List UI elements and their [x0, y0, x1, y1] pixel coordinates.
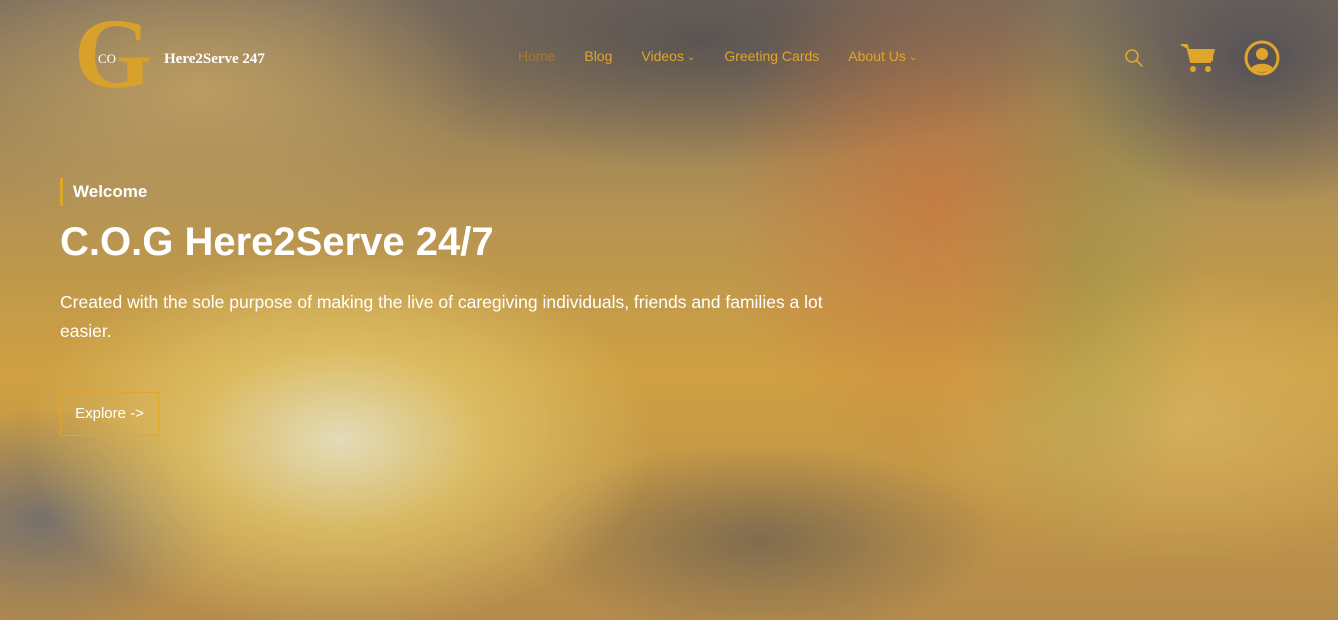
hero-section: G CO Here2Serve 247 Home Blog Videos ⌄ Gr…: [0, 0, 1338, 620]
chevron-down-icon: ⌄: [908, 51, 918, 63]
main-nav: Home Blog Videos ⌄ Greeting Cards About U…: [518, 48, 946, 64]
nav-item-label: Greeting Cards: [724, 48, 820, 64]
nav-item-videos[interactable]: Videos ⌄: [641, 48, 695, 64]
hero-title: C.O.G Here2Serve 24/7: [60, 220, 494, 264]
hero-description: Created with the sole purpose of making …: [60, 292, 823, 341]
nav-item-label: About Us: [848, 48, 906, 64]
logo-prefix: CO: [98, 51, 117, 66]
nav-item-home[interactable]: Home: [518, 48, 555, 64]
nav-item-label: Blog: [584, 48, 613, 64]
nav-item-label: Home: [518, 48, 556, 64]
user-account-icon[interactable]: [1244, 40, 1280, 81]
chevron-down-icon: ⌄: [686, 51, 696, 63]
hero-kicker: Welcome: [60, 178, 147, 206]
search-icon[interactable]: [1124, 48, 1144, 73]
nav-item-label: Videos: [641, 48, 684, 64]
site-logo[interactable]: G CO Here2Serve 247: [74, 4, 274, 104]
cart-icon[interactable]: [1180, 42, 1216, 79]
explore-button[interactable]: Explore ->: [60, 392, 159, 436]
nav-item-blog[interactable]: Blog: [584, 48, 612, 64]
logo-site-name: Here2Serve 247: [164, 51, 265, 67]
nav-item-about-us[interactable]: About Us ⌄: [848, 48, 917, 64]
nav-item-greeting-cards[interactable]: Greeting Cards: [724, 48, 819, 64]
